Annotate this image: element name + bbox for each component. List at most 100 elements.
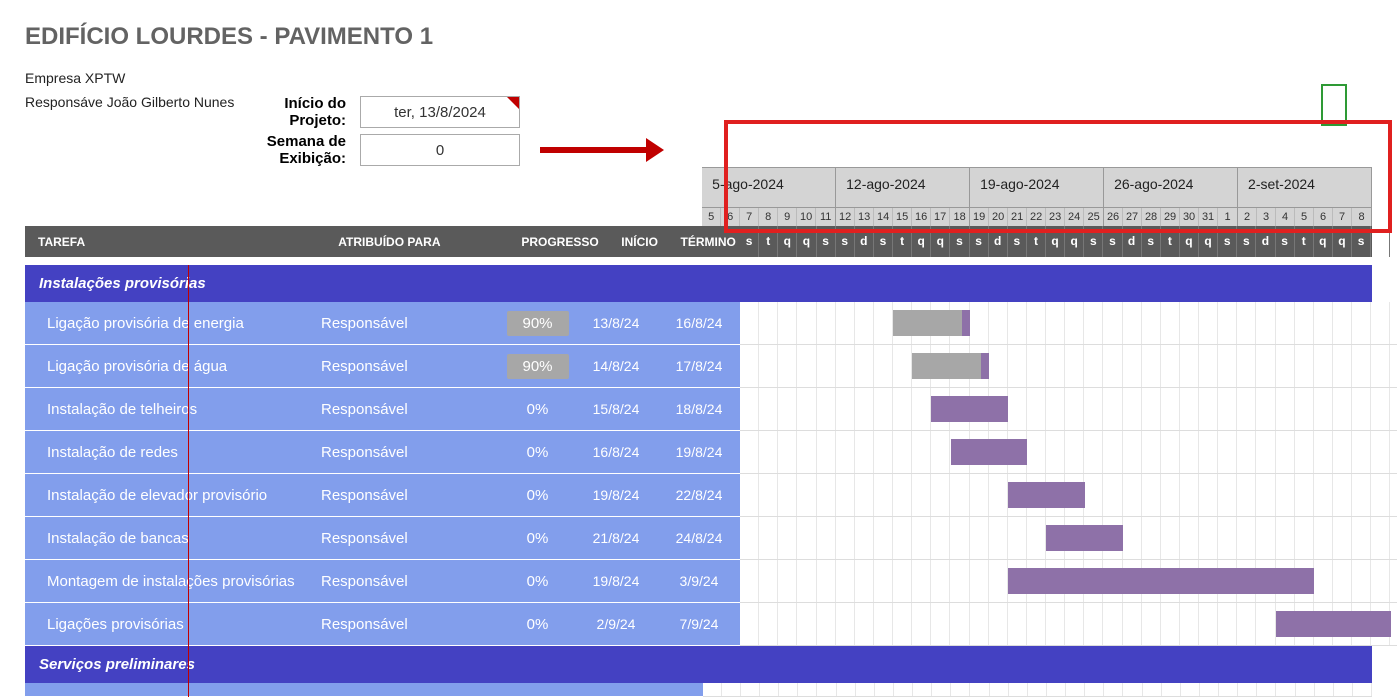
page-title: EDIFÍCIO LOURDES - PAVIMENTO 1 [25,23,1372,51]
day-of-week: s [1103,226,1122,257]
day-of-week: s [1371,226,1390,257]
task-start: 13/8/24 [574,315,658,331]
day-of-week: q [1314,226,1333,257]
day-of-week: q [1333,226,1352,257]
task-name: Instalação de bancas [25,530,321,547]
task-assigned: Responsável [321,573,501,590]
task-name: Ligação provisória de água [25,358,321,375]
day-of-week: d [855,226,874,257]
task-assigned: Responsável [321,487,501,504]
day-number: 7 [740,208,759,226]
task-start: 21/8/24 [574,530,658,546]
task-progress[interactable]: 90% [507,311,569,336]
task-progress[interactable]: 0% [507,569,569,594]
task-start: 19/8/24 [574,573,658,589]
day-number: 11 [816,208,835,226]
task-row: Instalação de telheirosResponsável 0% 15/8… [25,388,1372,431]
day-number: 6 [721,208,740,226]
project-start-label: Início do Projeto: [25,95,360,129]
task-end: 16/8/24 [658,315,740,331]
task-progress[interactable]: 0% [507,397,569,422]
task-progress[interactable]: 0% [507,612,569,637]
column-header-row: TAREFA ATRIBUÍDO PARA PROGRESSO INÍCIO T… [25,226,1372,257]
display-week-input[interactable]: 0 [360,134,520,166]
day-number: 13 [855,208,874,226]
day-of-week: d [1256,226,1275,257]
gantt-progress-bar [893,310,962,336]
company-name: Empresa XPTW [25,69,1372,87]
day-number: 27 [1123,208,1142,226]
task-name: Ligações provisórias [25,616,321,633]
day-number: 4 [1276,208,1295,226]
day-number: 12 [836,208,855,226]
day-number: 21 [1008,208,1027,226]
section-header: Serviços preliminares [25,646,721,683]
day-number: 6 [1314,208,1333,226]
col-start: INÍCIO [603,235,677,249]
day-of-week: s [740,226,759,257]
col-end: TÉRMINO [676,235,740,249]
arrow-icon [540,147,650,153]
task-name: Instalação de redes [25,444,321,461]
task-progress[interactable]: 0% [507,526,569,551]
day-number: 3 [1257,208,1276,226]
task-progress[interactable]: 0% [507,483,569,508]
task-row: Ligação provisória de águaResponsável90%… [25,345,1372,388]
day-number: 14 [874,208,893,226]
task-row: Instalação de redesResponsável0%16/8/241… [25,431,1372,474]
task-progress[interactable]: 90% [507,354,569,379]
gantt-bar[interactable] [931,396,1008,422]
task-assigned: Responsável [321,616,501,633]
task-assigned: Responsável [321,315,501,332]
calendar-header: 5-ago-202456789101112-ago-20241213141516… [702,167,1372,226]
day-number: 17 [931,208,950,226]
day-number: 30 [1180,208,1199,226]
gantt-bar[interactable] [1008,482,1085,508]
day-of-week: q [1199,226,1218,257]
day-number: 26 [1104,208,1123,226]
day-number: 16 [912,208,931,226]
task-assigned: Responsável [321,530,501,547]
gantt-bar[interactable] [1276,611,1391,637]
task-name: Ligação provisória de energia [25,315,321,332]
day-of-week: s [1084,226,1103,257]
gantt-progress-bar [912,353,981,379]
day-of-week: s [1142,226,1161,257]
task-assigned: Responsável [321,401,501,418]
day-number: 31 [1199,208,1218,226]
day-number: 22 [1027,208,1046,226]
day-number: 5 [1295,208,1314,226]
project-start-input[interactable]: ter, 13/8/2024 [360,96,520,128]
task-row: Ligações provisóriasResponsável 0% 2/9/247… [25,603,1372,646]
green-highlight-box [1321,84,1347,126]
day-of-week: d [1390,226,1397,257]
task-end: 3/9/24 [658,573,740,589]
gantt-bar[interactable] [951,439,1028,465]
week-label: 2-set-2024 [1238,168,1371,208]
col-progress: PROGRESSO [517,235,603,249]
day-of-week: s [836,226,855,257]
day-of-week: s [950,226,969,257]
task-start: 19/8/24 [574,487,658,503]
task-start: 2/9/24 [574,616,658,632]
day-of-week: d [1123,226,1142,257]
day-of-week: s [1218,226,1237,257]
day-number: 20 [989,208,1008,226]
task-start: 15/8/24 [574,401,658,417]
day-number: 8 [1352,208,1371,226]
task-start: 16/8/24 [574,444,658,460]
task-name: Instalação de telheiros [25,401,321,418]
gantt-bar[interactable] [1046,525,1123,551]
day-number: 25 [1084,208,1103,226]
gantt-bar[interactable] [1008,568,1314,594]
task-progress[interactable]: 0% [507,440,569,465]
task-end: 7/9/24 [658,616,740,632]
day-number: 24 [1065,208,1084,226]
day-number: 5 [702,208,721,226]
day-number: 28 [1142,208,1161,226]
task-start: 14/8/24 [574,358,658,374]
day-of-week: q [1180,226,1199,257]
day-number: 29 [1161,208,1180,226]
day-number: 23 [1046,208,1065,226]
week-label: 12-ago-2024 [836,168,969,208]
